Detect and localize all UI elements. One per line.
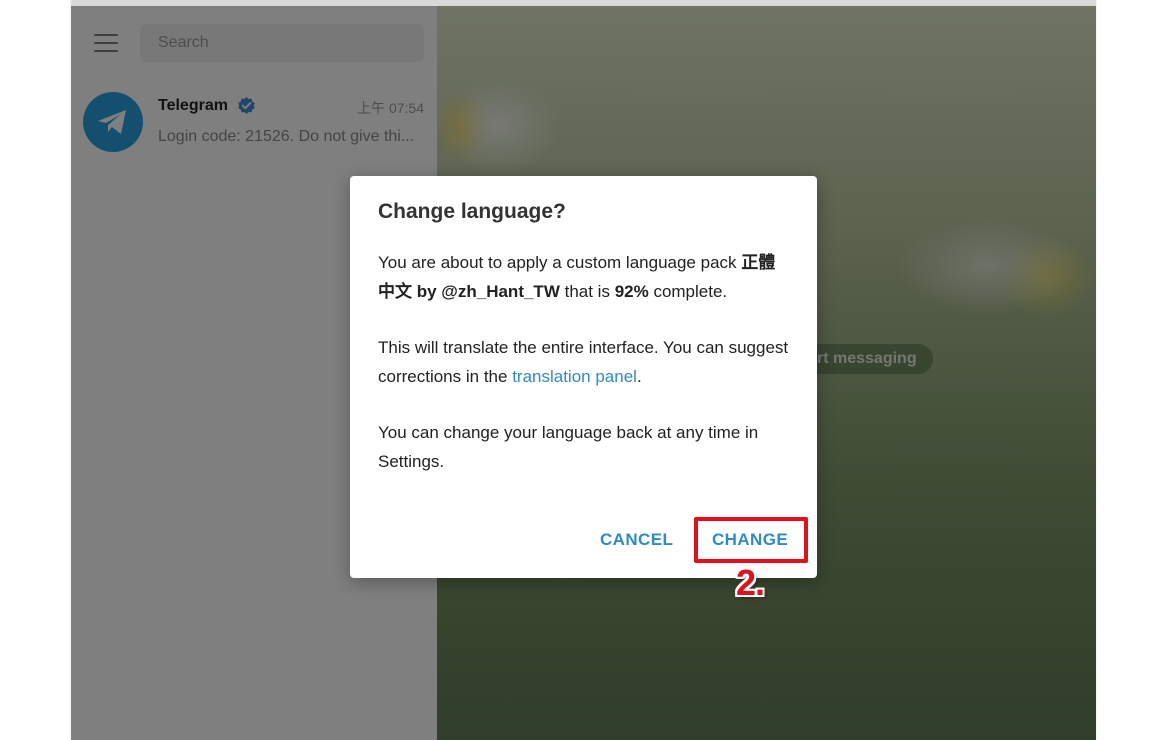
dialog-paragraph-translate: This will translate the entire interface… [378, 338, 789, 386]
step-number-label: 2. [736, 562, 765, 603]
dialog-body: You are about to apply a custom language… [378, 249, 789, 476]
translation-panel-link[interactable]: translation panel [512, 367, 637, 386]
completion-percent: 92% [614, 281, 649, 301]
dialog-title: Change language? [378, 200, 566, 223]
dialog-paragraph-settings: You can change your language back at any… [378, 423, 759, 471]
dialog-paragraph-pack: You are about to apply a custom language… [378, 253, 776, 301]
highlight-box [694, 517, 808, 563]
cancel-button[interactable]: CANCEL [590, 520, 683, 560]
